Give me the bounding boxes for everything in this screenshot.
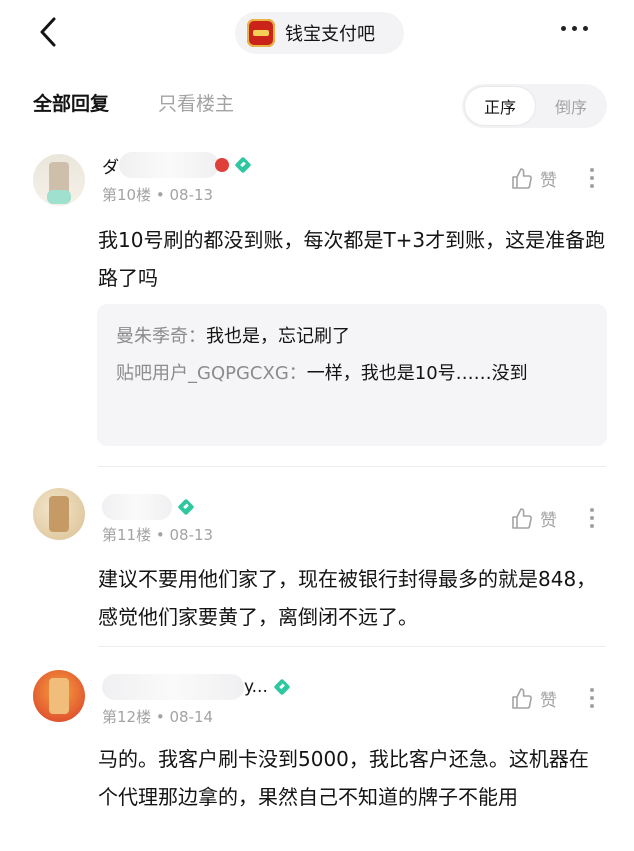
chevron-left-icon: [40, 17, 56, 47]
post-date: 08-13: [169, 186, 214, 204]
sub-reply: 贴吧用户_GQPGCXG：一样，我也是10号……没到: [116, 355, 587, 392]
username[interactable]: y...: [102, 674, 291, 700]
thumbs-up-icon: [512, 687, 532, 709]
more-vertical-icon: [590, 168, 594, 172]
floor-meta: 第11楼 • 08-13: [102, 526, 214, 544]
more-button[interactable]: [561, 26, 588, 31]
sub-reply-text: 我也是，忘记刷了: [206, 326, 350, 347]
sub-reply-text: 一样，我也是10号……没到: [306, 363, 528, 384]
sub-reply: 曼朱季奇：我也是，忘记刷了: [116, 318, 587, 355]
sort-order-toggle: 正序 倒序: [462, 84, 607, 128]
like-label: 赞: [540, 171, 557, 191]
level-icon: [215, 158, 229, 172]
divider: [98, 466, 606, 467]
like-button[interactable]: 赞: [510, 686, 557, 711]
username-text: ダ: [102, 157, 119, 178]
more-vertical-icon: [590, 508, 594, 512]
avatar[interactable]: [33, 488, 85, 540]
post-menu-button[interactable]: [590, 168, 594, 188]
reply-tabs: 全部回复 只看楼主 正序 倒序: [0, 80, 634, 130]
post-menu-button[interactable]: [590, 508, 594, 528]
post-date: 08-13: [169, 526, 214, 544]
sub-reply-user[interactable]: 贴吧用户_GQPGCXG：: [116, 363, 307, 384]
more-vertical-icon: [590, 688, 594, 692]
forum-name: 钱宝支付吧: [285, 24, 375, 45]
like-label: 赞: [540, 511, 557, 531]
floor-number: 第11楼: [102, 526, 152, 544]
member-badge-icon: [177, 498, 195, 516]
forum-logo: [247, 19, 275, 47]
forum-entry[interactable]: 钱宝支付吧: [235, 12, 404, 54]
sub-replies[interactable]: 曼朱季奇：我也是，忘记刷了 贴吧用户_GQPGCXG：一样，我也是10号……没到: [97, 304, 607, 446]
divider: [98, 646, 606, 647]
tab-op-only[interactable]: 只看楼主: [158, 89, 234, 116]
username-text: y...: [244, 677, 268, 697]
post-date: 08-14: [169, 708, 214, 726]
username-blur: [102, 674, 244, 700]
like-label: 赞: [540, 691, 557, 711]
username[interactable]: [102, 494, 195, 520]
thumbs-up-icon: [512, 167, 532, 189]
avatar[interactable]: [33, 154, 85, 206]
post-menu-button[interactable]: [590, 688, 594, 708]
sort-ascending-button[interactable]: 正序: [465, 87, 535, 125]
floor-meta: 第12楼 • 08-14: [102, 708, 214, 726]
top-bar: 钱宝支付吧: [0, 0, 634, 66]
like-button[interactable]: 赞: [510, 166, 557, 191]
username-blur: [102, 494, 172, 520]
avatar[interactable]: [33, 670, 85, 722]
thumbs-up-icon: [512, 507, 532, 529]
username[interactable]: ダ: [102, 152, 252, 178]
post-content: 建议不要用他们家了，现在被银行封得最多的就是848，感觉他们家要黄了，离倒闭不远…: [98, 567, 597, 629]
member-badge-icon: [234, 156, 252, 174]
post-content: 我10号刷的都没到账，每次都是T+3才到账，这是准备跑路了吗: [98, 228, 606, 290]
sort-descending-button[interactable]: 倒序: [537, 87, 605, 125]
floor-meta: 第10楼 • 08-13: [102, 186, 214, 204]
member-badge-icon: [273, 678, 291, 696]
more-horizontal-icon: [561, 26, 566, 31]
floor-number: 第12楼: [102, 708, 152, 726]
post-content: 马的。我客户刷卡没到5000，我比客户还急。这机器在个代理那边拿的，果然自己不知…: [98, 747, 589, 809]
floor-number: 第10楼: [102, 186, 152, 204]
back-button[interactable]: [34, 16, 66, 48]
sub-reply-user[interactable]: 曼朱季奇：: [116, 326, 206, 347]
like-button[interactable]: 赞: [510, 506, 557, 531]
username-blur: [119, 152, 219, 178]
tab-all-replies[interactable]: 全部回复: [33, 89, 109, 116]
